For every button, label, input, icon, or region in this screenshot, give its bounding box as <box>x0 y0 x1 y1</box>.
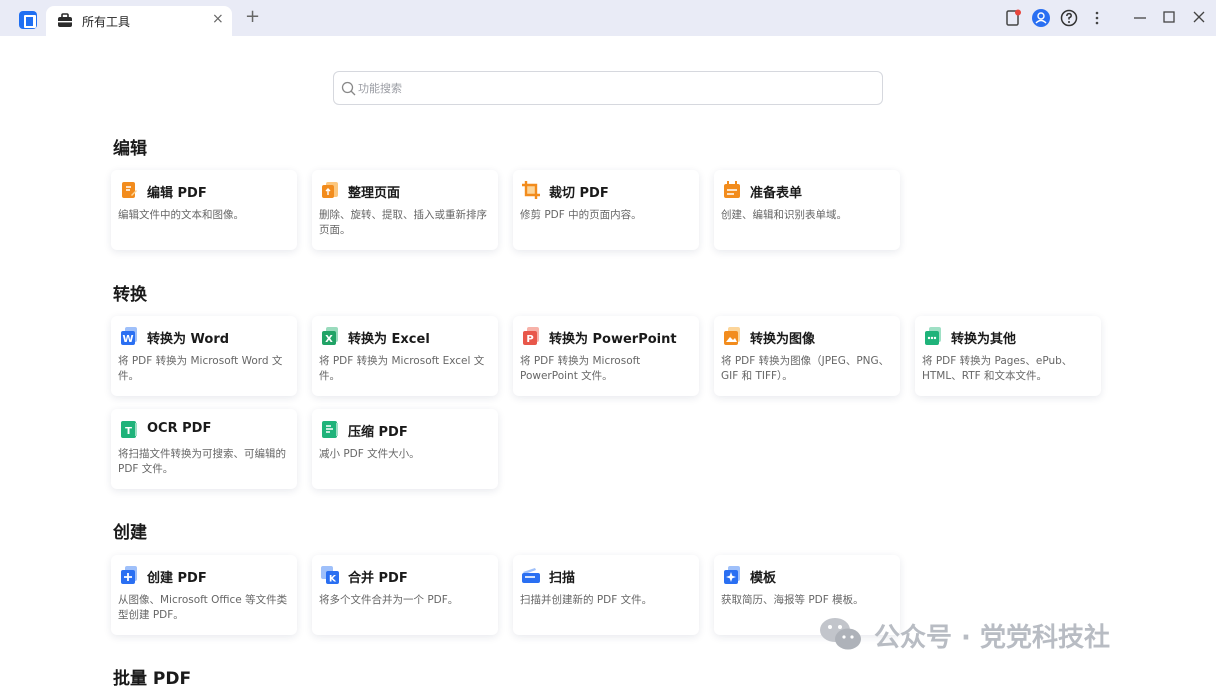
card-title: 模板 <box>750 571 777 586</box>
card-title: 转换为 PowerPoint <box>549 332 677 347</box>
card-description: 创建、编辑和识别表单域。 <box>721 209 847 221</box>
section-title-convert: 转换 <box>113 285 147 305</box>
tool-card-ocr-pdf[interactable]: T OCR PDF 将扫描文件转换为可搜索、可编辑的 PDF 文件。 <box>111 409 297 489</box>
card-description: 编辑文件中的文本和图像。 <box>118 209 244 221</box>
app-logo-icon[interactable] <box>19 11 37 29</box>
excel-icon: X <box>322 327 338 345</box>
tool-card-crop-pdf[interactable]: 裁切 PDF 修剪 PDF 中的页面内容。 <box>513 170 699 250</box>
more-options-icon[interactable] <box>1088 9 1106 27</box>
section-title-edit: 编辑 <box>113 139 147 159</box>
tab-all-tools[interactable]: 所有工具 × <box>46 6 232 36</box>
card-title: 扫描 <box>549 571 576 586</box>
tool-card-organize-pages[interactable]: 整理页面 删除、旋转、提取、插入或重新排序页面。 <box>312 170 498 250</box>
tool-card-convert-excel[interactable]: X 转换为 Excel 将 PDF 转换为 Microsoft Excel 文件… <box>312 316 498 396</box>
card-description: 将 PDF 转换为 Microsoft Word 文件。 <box>118 355 283 382</box>
notification-document-icon[interactable] <box>1004 9 1022 27</box>
card-description: 从图像、Microsoft Office 等文件类型创建 PDF。 <box>118 594 288 621</box>
tool-card-convert-other[interactable]: 转换为其他 将 PDF 转换为 Pages、ePub、HTML、RTF 和文本文… <box>915 316 1101 396</box>
card-description: 将扫描文件转换为可搜索、可编辑的 PDF 文件。 <box>118 448 286 475</box>
tool-card-convert-powerpoint[interactable]: P 转换为 PowerPoint 将 PDF 转换为 Microsoft Pow… <box>513 316 699 396</box>
card-title: 转换为其他 <box>951 332 1017 347</box>
card-title: 合并 PDF <box>348 571 408 586</box>
maximize-icon[interactable] <box>1161 9 1177 25</box>
card-description: 将 PDF 转换为 Pages、ePub、HTML、RTF 和文本文件。 <box>922 355 1073 382</box>
new-tab-icon[interactable]: + <box>245 8 260 26</box>
section-title-batch: 批量 PDF <box>113 669 192 689</box>
card-title: 编辑 PDF <box>147 186 207 201</box>
tool-card-convert-image[interactable]: 转换为图像 将 PDF 转换为图像（JPEG、PNG、GIF 和 TIFF）。 <box>714 316 900 396</box>
edit-pdf-icon <box>122 182 137 198</box>
tool-card-create-pdf[interactable]: 创建 PDF 从图像、Microsoft Office 等文件类型创建 PDF。 <box>111 555 297 635</box>
card-description: 减小 PDF 文件大小。 <box>319 448 420 460</box>
tool-card-scan[interactable]: 扫描 扫描并创建新的 PDF 文件。 <box>513 555 699 635</box>
svg-text:P: P <box>526 334 533 345</box>
close-window-icon[interactable] <box>1191 9 1207 25</box>
svg-text:T: T <box>125 426 132 437</box>
watermark-text: 公众号 · 党党科技社 <box>874 623 1110 653</box>
toolbox-icon <box>58 13 72 27</box>
card-description: 将 PDF 转换为 Microsoft Excel 文件。 <box>319 355 485 382</box>
tool-card-merge-pdf[interactable]: K 合并 PDF 将多个文件合并为一个 PDF。 <box>312 555 498 635</box>
search-input[interactable] <box>358 78 858 98</box>
search-icon <box>341 81 356 96</box>
tool-card-compress-pdf[interactable]: 压缩 PDF 减小 PDF 文件大小。 <box>312 409 498 489</box>
merge-pdf-icon: K <box>321 566 339 585</box>
template-icon <box>724 566 740 584</box>
other-formats-icon <box>925 327 941 345</box>
card-title: 创建 PDF <box>147 571 207 586</box>
organize-pages-icon <box>322 182 338 198</box>
card-title: 转换为图像 <box>750 332 816 347</box>
tab-close-icon[interactable]: × <box>212 11 224 27</box>
card-title: 准备表单 <box>750 186 803 201</box>
image-icon <box>724 327 740 345</box>
card-title: 转换为 Word <box>147 332 230 347</box>
card-title: 转换为 Excel <box>348 332 430 347</box>
ocr-icon: T <box>121 421 137 438</box>
tool-card-edit-pdf[interactable]: 编辑 PDF 编辑文件中的文本和图像。 <box>111 170 297 250</box>
feature-search <box>333 71 883 105</box>
scan-icon <box>522 568 540 583</box>
card-description: 将多个文件合并为一个 PDF。 <box>319 594 459 606</box>
card-description: 修剪 PDF 中的页面内容。 <box>520 209 642 221</box>
title-bar: 所有工具 × + <box>0 0 1216 36</box>
svg-text:X: X <box>325 334 333 345</box>
card-title: 整理页面 <box>348 186 401 201</box>
card-description: 删除、旋转、提取、插入或重新排序页面。 <box>319 209 487 236</box>
tool-card-prepare-form[interactable]: 准备表单 创建、编辑和识别表单域。 <box>714 170 900 250</box>
card-title: 裁切 PDF <box>549 186 609 201</box>
card-description: 获取简历、海报等 PDF 模板。 <box>721 594 864 606</box>
card-title: 压缩 PDF <box>348 425 408 440</box>
user-avatar-icon[interactable] <box>1032 9 1050 27</box>
crop-pdf-icon <box>522 181 540 199</box>
section-title-create: 创建 <box>113 523 147 543</box>
compress-icon <box>322 421 338 438</box>
help-icon[interactable] <box>1060 9 1078 27</box>
card-description: 将 PDF 转换为图像（JPEG、PNG、GIF 和 TIFF）。 <box>721 355 890 382</box>
svg-text:W: W <box>122 334 133 345</box>
powerpoint-icon: P <box>523 327 539 345</box>
tool-card-templates[interactable]: 模板 获取简历、海报等 PDF 模板。 <box>714 555 900 635</box>
card-description: 扫描并创建新的 PDF 文件。 <box>520 594 653 606</box>
minimize-icon[interactable] <box>1132 9 1148 25</box>
svg-text:K: K <box>329 575 337 585</box>
word-icon: W <box>121 327 137 345</box>
tab-title: 所有工具 <box>82 15 131 29</box>
prepare-form-icon <box>724 181 740 198</box>
create-pdf-icon <box>121 566 137 584</box>
card-title: OCR PDF <box>147 421 212 436</box>
wechat-logo-icon <box>820 618 861 650</box>
card-description: 将 PDF 转换为 Microsoft PowerPoint 文件。 <box>520 355 641 382</box>
tool-card-convert-word[interactable]: W 转换为 Word 将 PDF 转换为 Microsoft Word 文件。 <box>111 316 297 396</box>
